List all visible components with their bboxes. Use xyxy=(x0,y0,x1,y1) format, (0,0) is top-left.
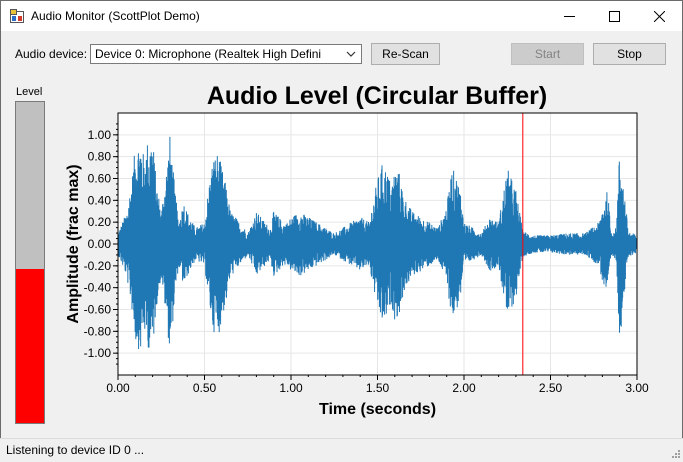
chart-x-tick-label: 2.00 xyxy=(452,381,476,395)
chart-y-tick-label: -0.20 xyxy=(84,259,112,273)
chart-y-tick-label: 1.00 xyxy=(88,128,112,142)
status-text: Listening to device ID 0 ... xyxy=(6,443,145,457)
chart-y-tick-label: -0.40 xyxy=(84,281,112,295)
chart-y-tick-label: -0.80 xyxy=(84,324,112,338)
chart-y-tick-label: -0.60 xyxy=(84,303,112,317)
chart-y-tick-label: 0.20 xyxy=(88,215,112,229)
chart-y-tick-label: -1.00 xyxy=(84,346,112,360)
chart-x-tick-label: 0.50 xyxy=(193,381,217,395)
chart-y-tick-label: 0.60 xyxy=(88,172,112,186)
chart-x-axis-label: Time (seconds) xyxy=(319,401,436,418)
chart-x-tick-label: 1.00 xyxy=(279,381,303,395)
resize-grip-icon[interactable] xyxy=(670,448,680,458)
chart-x-tick-label: 1.50 xyxy=(366,381,390,395)
chart-y-axis-label: Amplitude (frac max) xyxy=(65,164,82,323)
chart-y-tick-label: 0.00 xyxy=(88,237,112,251)
audio-level-chart[interactable]: 0.00 0.50 1.00 1.50 2.00 2.50 3.00 1.00 0.80 0.60… xyxy=(0,0,683,440)
chart-x-tick-label: 0.00 xyxy=(106,381,130,395)
chart-y-tick-label: 0.80 xyxy=(88,150,112,164)
chart-y-tick-label: 0.40 xyxy=(88,193,112,207)
chart-x-tick-label: 2.50 xyxy=(539,381,563,395)
chart-x-tick-label: 3.00 xyxy=(625,381,649,395)
